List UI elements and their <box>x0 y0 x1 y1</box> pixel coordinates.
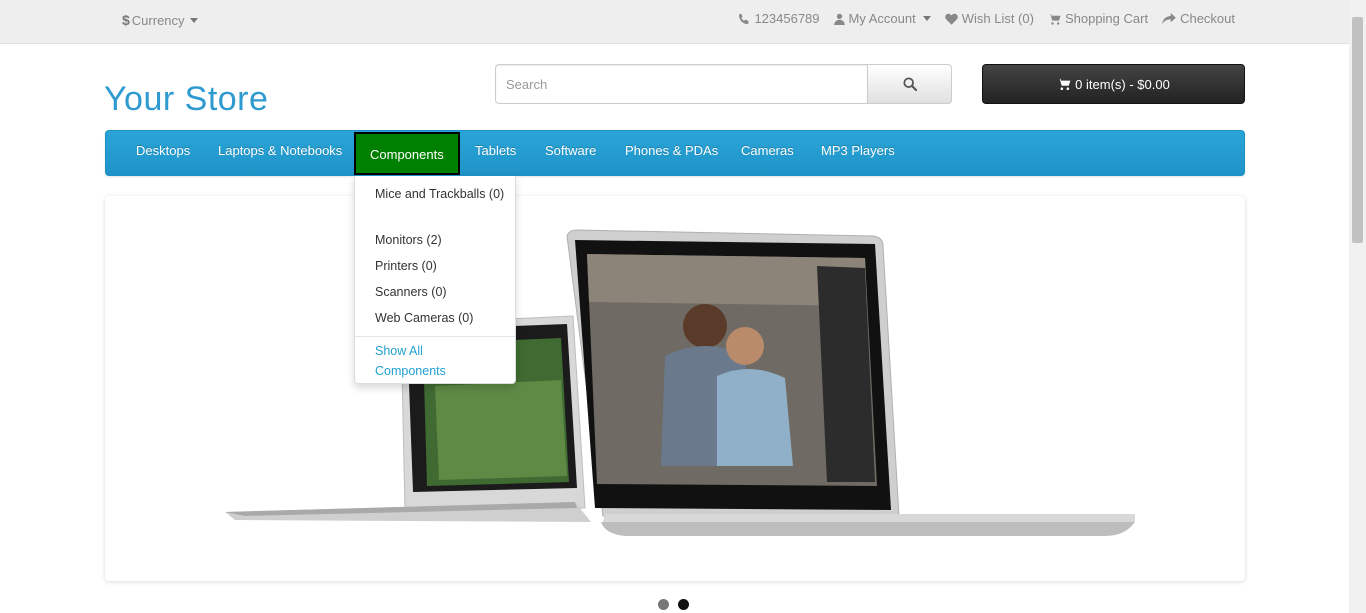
search-button[interactable] <box>867 64 952 104</box>
cart-button[interactable]: 0 item(s) - $0.00 <box>982 64 1245 104</box>
my-account-label: My Account <box>848 11 916 26</box>
checkout-label: Checkout <box>1180 11 1235 26</box>
menu-item-mp3-players[interactable]: MP3 Players <box>821 131 895 175</box>
dropdown-item-monitors[interactable]: Monitors (2) <box>375 230 505 250</box>
currency-label: Currency <box>131 12 185 28</box>
currency-dropdown[interactable]: $ Currency <box>122 12 198 28</box>
menu-item-components[interactable]: Components <box>354 132 460 175</box>
heart-icon <box>944 13 958 25</box>
cart-icon <box>1057 78 1071 90</box>
search-input[interactable] <box>495 64 867 104</box>
menu-item-cameras[interactable]: Cameras <box>741 131 794 175</box>
shopping-cart-label: Shopping Cart <box>1064 11 1149 26</box>
user-icon <box>833 13 845 25</box>
phone-icon <box>739 13 749 24</box>
caret-down-icon <box>189 17 198 23</box>
wish-list-link[interactable]: Wish List (0) <box>944 11 1034 26</box>
caret-down-icon <box>922 16 931 21</box>
slideshow-banner[interactable] <box>105 196 1245 581</box>
share-icon <box>1162 12 1176 24</box>
cart-total: 0 item(s) - $0.00 <box>1075 76 1170 92</box>
top-bar: $ Currency 123456789 My Account Wish Lis… <box>0 0 1366 44</box>
slide-dot-1[interactable] <box>658 599 669 610</box>
my-account-dropdown[interactable]: My Account <box>833 11 931 26</box>
store-logo[interactable]: Your Store <box>104 80 268 119</box>
search-bar <box>495 64 952 104</box>
phone-number: 123456789 <box>754 11 820 26</box>
phone-link[interactable]: 123456789 <box>738 11 820 26</box>
scrollbar-thumb[interactable] <box>1352 17 1363 243</box>
slideshow-pagination <box>658 599 689 610</box>
components-dropdown: Mice and Trackballs (0) Monitors (2) Pri… <box>354 176 516 384</box>
menu-item-desktops[interactable]: Desktops <box>136 131 190 175</box>
laptops-image <box>225 229 1135 536</box>
wish-list-label: Wish List (0) <box>961 11 1034 26</box>
slide-dot-2[interactable] <box>678 599 689 610</box>
dropdown-divider <box>355 336 515 337</box>
dropdown-item-mice-trackballs[interactable]: Mice and Trackballs (0) <box>375 184 505 204</box>
currency-symbol: $ <box>122 12 130 28</box>
top-links: 123456789 My Account Wish List (0) Shopp… <box>738 11 1235 26</box>
shopping-cart-link[interactable]: Shopping Cart <box>1047 11 1149 26</box>
dropdown-item-printers[interactable]: Printers (0) <box>375 256 505 276</box>
menu-item-software[interactable]: Software <box>545 131 596 175</box>
dropdown-item-scanners[interactable]: Scanners (0) <box>375 282 505 302</box>
dropdown-item-web-cameras[interactable]: Web Cameras (0) <box>375 308 505 328</box>
cart-icon <box>1047 13 1061 25</box>
menu-item-tablets[interactable]: Tablets <box>475 131 516 175</box>
vertical-scrollbar[interactable] <box>1349 0 1366 613</box>
menu-item-phones-pdas[interactable]: Phones & PDAs <box>625 131 718 175</box>
checkout-link[interactable]: Checkout <box>1162 11 1235 26</box>
category-menu: Desktops Laptops & Notebooks Components … <box>105 130 1245 176</box>
menu-item-laptops-notebooks[interactable]: Laptops & Notebooks <box>218 131 342 175</box>
show-all-components-link[interactable]: Show All Components <box>375 341 485 381</box>
search-icon <box>902 77 917 91</box>
